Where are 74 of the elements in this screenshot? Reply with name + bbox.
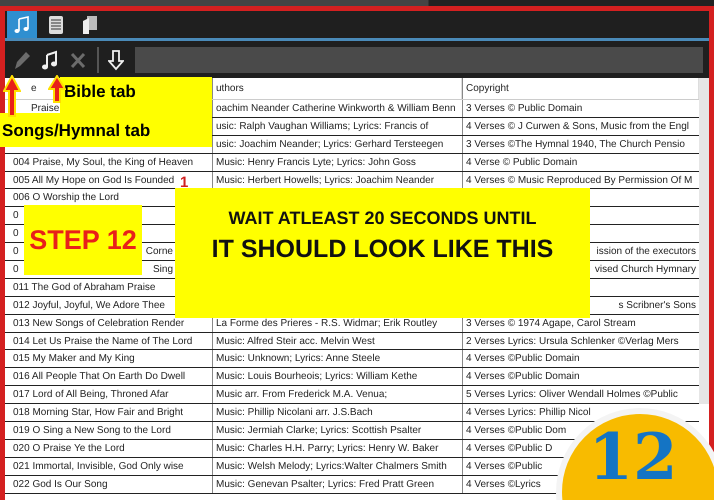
callout-label: Bible tab: [64, 82, 136, 102]
step-label: STEP 12: [24, 205, 142, 275]
table-cell: 4 Verses ©Public D: [466, 442, 552, 454]
table-cell: Music: Herbert Howells; Lyrics: Joachim Neander: [216, 174, 434, 186]
table-cell: 3 Verses © 1974 Agape, Carol Stream: [466, 318, 636, 329]
table-cell: 3 Verses ©The Hymnal 1940, The Church Pensio: [466, 138, 685, 150]
table-cell: 021 Immortal, Invisible, God Only wise: [13, 460, 184, 472]
table-cell: 0: [13, 210, 19, 222]
table-cell: 0: [13, 228, 19, 240]
table-cell: Music: Jermiah Clarke; Lyrics: Scottish Psalter: [216, 424, 422, 436]
table-cell: 014 Let Us Praise the Name of The Lord: [13, 336, 192, 347]
table-cell: Music: Charles H.H. Parry; Lyrics: Henry W. Baker: [216, 442, 438, 454]
table-cell: Sing: [152, 264, 173, 275]
table-cell: Music: Alfred Steir acc. Melvin West: [216, 336, 375, 347]
table-cell: Music: Welsh Melody; Lyrics:Walter Chalmers Smith: [216, 460, 447, 472]
scrollbar[interactable]: [699, 78, 709, 404]
column-header[interactable]: Copyright: [466, 83, 509, 94]
table-cell: Music: Henry Francis Lyte; Lyrics: John Goss: [216, 156, 416, 168]
down-arrow-icon: [108, 48, 124, 70]
table-cell: ission of the executors: [596, 246, 696, 258]
callout-label: Songs/Hymnal tab: [2, 121, 150, 141]
table-cell: 013 New Songs of Celebration Render: [13, 318, 184, 329]
table-cell: 5 Verses Lyrics: Oliver Wendall Holmes ©Public: [466, 389, 678, 400]
book-icon: [48, 14, 64, 34]
table-cell: 4 Verses ©Public Domain: [466, 371, 580, 382]
table-cell: La Forme des Prieres - R.S. Widmar; Erik Routley: [216, 318, 438, 329]
message-text: WAIT ATLEAST 20 SECONDS UNTIL: [228, 208, 536, 229]
table-cell: 4 Verse © Public Domain: [466, 156, 578, 168]
table-cell: Music: Genevan Psalter; Lyrics: Fred Pratt Green: [216, 478, 434, 490]
table-cell: 015 My Maker and My King: [13, 353, 135, 364]
table-cell: s Scribner's Sons: [618, 300, 696, 311]
table-cell: 019 O Sing a New Song to the Lord: [13, 424, 171, 436]
table-cell: 005 All My Hope on God Is Founded: [13, 174, 174, 186]
music-note-icon: [40, 48, 60, 70]
table-cell: 4 Verses Lyrics: Phillip Nicol: [466, 407, 591, 418]
table-cell: 0: [13, 246, 19, 258]
table-cell: usic: Ralph Vaughan Williams; Lyrics: Francis of: [216, 120, 428, 132]
table-cell: Corne: [146, 246, 173, 258]
table-cell: Music: Unknown; Lyrics: Anne Steele: [216, 353, 380, 364]
column-header[interactable]: e: [31, 83, 37, 94]
table-cell: 004 Praise, My Soul, the King of Heaven: [13, 156, 194, 168]
music-note-icon: [13, 16, 31, 34]
message-text: IT SHOULD LOOK LIKE THIS: [212, 235, 554, 264]
table-cell: 018 Morning Star, How Fair and Bright: [13, 407, 184, 418]
table-cell: 0: [13, 264, 19, 275]
pages-icon: [81, 14, 99, 34]
table-cell: 2 Verses Lyrics: Ursula Schlenker ©Verlag Mers: [466, 336, 679, 347]
arrow-icon: [3, 75, 21, 117]
table-cell: 4 Verses ©Public Dom: [466, 424, 566, 436]
table-cell: oachim Neander Catherine Winkworth & William Benn: [216, 102, 456, 114]
step-number: 1: [180, 174, 188, 191]
table-cell: Praise: [31, 102, 60, 114]
table-cell: 011 The God of Abraham Praise: [13, 282, 156, 293]
table-cell: 006 O Worship the Lord: [13, 192, 119, 204]
table-cell: Music: Louis Bourheois; Lyrics: William Kethe: [216, 371, 418, 382]
table-cell: Music arr. From Frederick M.A. Venua;: [216, 389, 388, 400]
table-cell: 4 Verses ©Lyrics: [466, 478, 541, 490]
table-cell: 016 All People That On Earth Do Dwell: [13, 371, 186, 382]
table-cell: 017 Lord of All Being, Throned Afar: [13, 389, 168, 400]
table-cell: vised Church Hymnary: [594, 264, 696, 275]
arrow-icon: [48, 75, 66, 103]
table-cell: 4 Verses ©Public: [466, 460, 542, 472]
table-cell: 3 Verses © Public Domain: [466, 102, 582, 114]
badge-number: 12: [588, 426, 678, 497]
table-cell: 4 Verses © Music Reproduced By Permission Of M: [466, 174, 692, 186]
table-cell: 022 God Is Our Song: [13, 478, 108, 490]
column-header[interactable]: uthors: [216, 83, 244, 94]
table-cell: 4 Verses © J Curwen & Sons, Music from the Engl: [466, 120, 690, 132]
table-cell: usic: Joachim Neander; Lyrics: Gerhard Tersteegen: [216, 138, 444, 150]
table-cell: 012 Joyful, Joyful, We Adore Thee: [13, 300, 165, 311]
table-cell: 020 O Praise Ye the Lord: [13, 442, 125, 454]
search-field[interactable]: [135, 46, 703, 72]
table-cell: 4 Verses ©Public Domain: [466, 353, 580, 364]
table-cell: Music: Phillip Nicolani arr. J.S.Bach: [216, 407, 373, 418]
